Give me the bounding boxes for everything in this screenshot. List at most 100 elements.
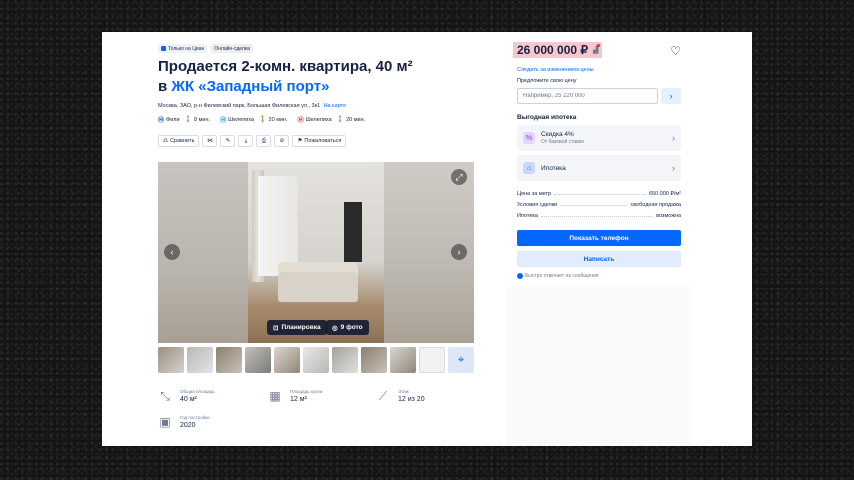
term-value: 650 000 ₽/м² bbox=[648, 191, 681, 197]
thumbnail-floor-plan[interactable] bbox=[419, 347, 445, 373]
fact-year-built: ▣ Год постройки 2020 bbox=[158, 415, 209, 431]
mortgage-sub: От базовой ставки bbox=[541, 139, 584, 145]
address: Москва, ЗАО, р-н Филевский парк, Большая… bbox=[158, 103, 346, 109]
title-line1: Продается 2-комн. квартира, 40 м² bbox=[158, 58, 413, 75]
mortgage-title: Выгодная ипотека bbox=[517, 114, 577, 121]
chevron-right-icon: › bbox=[672, 163, 675, 173]
term-key: Цена за метр bbox=[517, 191, 552, 197]
house-icon: ⌂ bbox=[523, 162, 535, 174]
percent-icon: % bbox=[523, 132, 535, 144]
complex-link[interactable]: ЖК «Западный порт» bbox=[171, 78, 329, 95]
camera-icon: ◎ bbox=[332, 324, 338, 332]
fullscreen-icon[interactable]: ⤢ bbox=[451, 169, 467, 185]
area-icon: ⤡ bbox=[160, 389, 170, 403]
term-value: свободная продажа bbox=[630, 202, 681, 208]
thumbnail[interactable] bbox=[390, 347, 416, 373]
print-button[interactable]: ⎙ bbox=[256, 135, 272, 147]
chevron-right-icon[interactable]: › bbox=[451, 244, 467, 260]
hide-button[interactable]: ⊘ bbox=[274, 135, 290, 147]
floor-plan-icon: ⊡ bbox=[273, 324, 279, 332]
thumbnail[interactable] bbox=[303, 347, 329, 373]
online-deal-badge: Онлайн-сделка bbox=[211, 44, 253, 53]
fact-floor: ⟋ Этаж 12 из 20 bbox=[376, 389, 425, 405]
offer-label: Предложите свою цену bbox=[517, 78, 577, 84]
photo-gallery[interactable]: ⤢ ‹ › ⊡ Планировка ◎ 9 фото bbox=[158, 162, 474, 343]
action-toolbar: ⚖ Сравнить ⋈ ✎ ⤓ ⎙ ⊘ ⚑ Пожаловаться bbox=[158, 135, 347, 147]
map-pin-icon[interactable]: ⌖ bbox=[448, 347, 474, 373]
fact-value: 12 м² bbox=[290, 396, 307, 403]
address-text: Москва, ЗАО, р-н Филевский парк, Большая… bbox=[158, 103, 321, 109]
metro-time: 20 мин. bbox=[346, 116, 366, 123]
photo-thumbnails: ⌖ bbox=[158, 347, 474, 373]
chevron-left-icon[interactable]: ‹ bbox=[164, 244, 180, 260]
metro-time: 20 мин. bbox=[268, 116, 288, 123]
show-phone-button[interactable]: Показать телефон bbox=[517, 230, 681, 246]
term-dots bbox=[554, 191, 646, 195]
cian-logo-icon bbox=[161, 46, 166, 51]
thumbnail[interactable] bbox=[274, 347, 300, 373]
metro-icon: Ⓜ bbox=[158, 118, 165, 124]
fact-kitchen-area: ▦ Площадь кухни 12 м² bbox=[268, 389, 322, 405]
download-button[interactable]: ⤓ bbox=[238, 135, 254, 147]
metro-icon: Ⓜ bbox=[297, 118, 304, 124]
thumbnail[interactable] bbox=[245, 347, 271, 373]
heart-icon[interactable]: ♡ bbox=[670, 44, 681, 58]
term-dots bbox=[540, 213, 654, 217]
flag-icon: ⚑ bbox=[297, 138, 303, 144]
download-icon: ⤓ bbox=[244, 137, 248, 144]
chevron-right-icon: › bbox=[669, 91, 673, 101]
thumbnail[interactable] bbox=[187, 347, 213, 373]
price-change-dot bbox=[597, 44, 600, 47]
photo-count-button[interactable]: ◎ 9 фото bbox=[326, 320, 369, 335]
follow-price-link[interactable]: Следить за изменением цены bbox=[517, 67, 594, 73]
metro-name: Шелепиха bbox=[228, 116, 255, 123]
sidebar-empty-area bbox=[507, 287, 691, 446]
pencil-icon: ✎ bbox=[225, 138, 231, 144]
walk-icon: 🚶 bbox=[184, 117, 193, 123]
metro-station[interactable]: Ⓜ Шелепиха 🚶 20 мин. bbox=[220, 115, 288, 125]
chat-icon bbox=[517, 273, 523, 279]
calendar-icon: ▣ bbox=[159, 415, 171, 429]
write-message-button[interactable]: Написать bbox=[517, 251, 681, 267]
compare-icon: ⚖ bbox=[163, 138, 168, 144]
complain-label: Пожаловаться bbox=[304, 138, 342, 144]
price-history-icon[interactable]: ▟ bbox=[593, 46, 598, 54]
share-button[interactable]: ⋈ bbox=[202, 135, 218, 147]
walk-icon: 🚶 bbox=[259, 117, 267, 123]
fact-value: 2020 bbox=[180, 422, 196, 429]
floor-plan-button[interactable]: ⊡ Планировка bbox=[267, 320, 327, 335]
complain-button[interactable]: ⚑ Пожаловаться bbox=[292, 135, 347, 147]
term-row: Цена за метр 650 000 ₽/м² bbox=[517, 191, 681, 197]
term-row: Ипотека возможна bbox=[517, 213, 681, 219]
thumbnail[interactable] bbox=[361, 347, 387, 373]
reply-note-text: Быстро отвечает на сообщения bbox=[525, 273, 599, 279]
fact-total-area: ⤡ Общая площадь 40 м² bbox=[158, 389, 215, 405]
photo-count-label: 9 фото bbox=[340, 324, 363, 331]
offer-price-input[interactable] bbox=[517, 88, 658, 104]
metro-station[interactable]: Ⓜ Фили 🚶 8 мин. bbox=[158, 115, 211, 125]
listing-page: Только на Циан Онлайн-сделка Продается 2… bbox=[102, 32, 752, 446]
mortgage-discount-item[interactable]: % Скидка 4% От базовой ставки › bbox=[517, 125, 681, 151]
metro-stations: Ⓜ Фили 🚶 8 мин. Ⓜ Шелепиха 🚶 20 мин. Ⓜ Ш… bbox=[158, 115, 366, 125]
kitchen-icon: ▦ bbox=[269, 389, 281, 403]
fact-value: 12 из 20 bbox=[398, 396, 425, 403]
term-key: Условия сделки bbox=[517, 202, 558, 208]
thumbnail[interactable] bbox=[216, 347, 242, 373]
price-sidebar: 26 000 000 ₽ ▟ ♡ Следить за изменением ц… bbox=[507, 32, 691, 446]
metro-time: 8 мин. bbox=[194, 116, 211, 123]
edit-note-button[interactable]: ✎ bbox=[220, 135, 236, 147]
photo-window bbox=[258, 176, 298, 276]
thumbnail[interactable] bbox=[158, 347, 184, 373]
photo-kitchen bbox=[344, 202, 362, 262]
badges: Только на Циан Онлайн-сделка bbox=[158, 44, 253, 53]
mortgage-item[interactable]: ⌂ Ипотека › bbox=[517, 155, 681, 181]
thumbnail[interactable] bbox=[332, 347, 358, 373]
on-map-link[interactable]: На карте bbox=[324, 103, 347, 109]
share-icon: ⋈ bbox=[207, 138, 213, 144]
photo-sofa bbox=[278, 262, 358, 302]
offer-submit-button[interactable]: › bbox=[661, 88, 681, 104]
metro-icon: Ⓜ bbox=[220, 118, 227, 124]
title-prefix: в bbox=[158, 78, 172, 95]
metro-station[interactable]: Ⓜ Шелепиха 🚶 20 мин. bbox=[297, 115, 366, 125]
compare-button[interactable]: ⚖ Сравнить bbox=[158, 135, 200, 147]
